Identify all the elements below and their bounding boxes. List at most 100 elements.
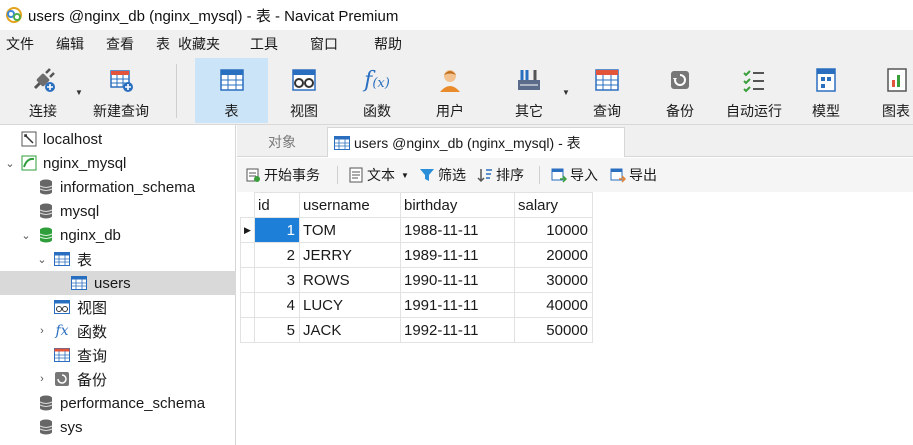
tab-objects[interactable]: 对象: [237, 127, 327, 157]
tree-item-nginx-mysql[interactable]: ⌄ nginx_mysql: [0, 151, 236, 175]
cell-id[interactable]: 5: [254, 317, 300, 343]
table-label: 表: [224, 103, 239, 119]
connection-tree: localhost ⌄ nginx_mysql information_sche…: [0, 125, 236, 445]
table-row[interactable]: 4 LUCY 1991-11-11 40000: [240, 292, 593, 318]
cell-salary[interactable]: 10000: [514, 217, 593, 243]
chevron-down-icon[interactable]: ⌄: [4, 157, 16, 170]
cell-salary[interactable]: 30000: [514, 267, 593, 293]
cell-birthday[interactable]: 1989-11-11: [400, 242, 515, 268]
tree-item-tables[interactable]: ⌄ 表: [0, 247, 236, 271]
cell-username[interactable]: JERRY: [299, 242, 401, 268]
tree-item-information-schema[interactable]: information_schema: [0, 175, 236, 199]
menu-window[interactable]: 窗口: [288, 30, 348, 58]
tree-item-sys[interactable]: sys: [0, 415, 236, 439]
tree-item-queries[interactable]: 查询: [0, 343, 236, 367]
connect-button[interactable]: 连接: [20, 58, 66, 123]
document-icon: [348, 167, 364, 183]
menu-tools[interactable]: 工具: [230, 30, 288, 58]
connect-dropdown-icon[interactable]: ▼: [75, 88, 83, 97]
cell-birthday[interactable]: 1992-11-11: [400, 317, 515, 343]
backup-button[interactable]: 备份: [648, 58, 712, 123]
cell-salary[interactable]: 40000: [514, 292, 593, 318]
export-button[interactable]: 导出: [610, 164, 657, 186]
tree-item-views[interactable]: 视图: [0, 295, 236, 319]
new-query-button[interactable]: 新建查询: [88, 58, 154, 123]
cell-salary[interactable]: 50000: [514, 317, 593, 343]
begin-transaction-button[interactable]: 开始事务: [245, 164, 320, 186]
tree-item-label: nginx_mysql: [43, 154, 127, 172]
chart-icon: [882, 65, 912, 95]
connect-label: 连接: [29, 103, 57, 119]
cell-id[interactable]: 3: [254, 267, 300, 293]
automation-button[interactable]: 自动运行: [718, 58, 790, 123]
chart-button[interactable]: 图表: [870, 58, 913, 123]
automation-label: 自动运行: [726, 103, 782, 119]
table-icon: [217, 65, 247, 95]
cell-username[interactable]: ROWS: [299, 267, 401, 293]
navicat-app-icon: [5, 6, 23, 24]
menu-file[interactable]: 文件: [0, 30, 44, 58]
text-label: 文本: [367, 167, 395, 183]
sort-button[interactable]: 排序: [477, 164, 524, 186]
menu-table[interactable]: 表: [144, 30, 172, 58]
tree-item-performance-schema[interactable]: performance_schema: [0, 391, 236, 415]
model-button[interactable]: 模型: [797, 58, 855, 123]
table-icon: [334, 135, 350, 150]
cell-username[interactable]: TOM: [299, 217, 401, 243]
tree-item-backups[interactable]: › 备份: [0, 367, 236, 391]
cell-username[interactable]: JACK: [299, 317, 401, 343]
chevron-down-icon[interactable]: ⌄: [36, 253, 48, 266]
grid-header-row: id username birthday salary: [240, 192, 593, 218]
menu-edit[interactable]: 编辑: [44, 30, 94, 58]
tree-item-label: 表: [77, 251, 93, 269]
text-button[interactable]: 文本 ▼: [348, 164, 409, 186]
cell-username[interactable]: LUCY: [299, 292, 401, 318]
title-bar: users @nginx_db (nginx_mysql) - 表 - Navi…: [0, 0, 913, 30]
menu-help[interactable]: 帮助: [348, 30, 412, 58]
cell-birthday[interactable]: 1991-11-11: [400, 292, 515, 318]
tab-users-table[interactable]: users @nginx_db (nginx_mysql) - 表: [327, 127, 625, 157]
table-row[interactable]: 5 JACK 1992-11-11 50000: [240, 317, 593, 343]
cell-id[interactable]: 2: [254, 242, 300, 268]
function-icon: f(x): [364, 67, 390, 93]
transaction-icon: [245, 167, 261, 183]
view-button[interactable]: 视图: [270, 58, 338, 123]
tree-item-nginx-db[interactable]: ⌄ nginx_db: [0, 223, 236, 247]
column-header-salary[interactable]: salary: [514, 192, 593, 218]
row-marker: [240, 317, 255, 343]
menu-favorites[interactable]: 收藏夹: [172, 30, 230, 58]
cell-id[interactable]: 1: [254, 217, 300, 243]
cell-salary[interactable]: 20000: [514, 242, 593, 268]
filter-button[interactable]: 筛选: [419, 164, 466, 186]
table-row[interactable]: 2 JERRY 1989-11-11 20000: [240, 242, 593, 268]
chevron-down-icon[interactable]: ⌄: [20, 229, 32, 242]
tree-item-label: 备份: [77, 371, 108, 389]
chevron-right-icon[interactable]: ›: [36, 373, 48, 385]
function-button[interactable]: f(x) 函数: [343, 58, 411, 123]
table-row[interactable]: 3 ROWS 1990-11-11 30000: [240, 267, 593, 293]
tree-item-mysql[interactable]: mysql: [0, 199, 236, 223]
table-row[interactable]: ▶ 1 TOM 1988-11-11 10000: [240, 217, 593, 243]
cell-id[interactable]: 4: [254, 292, 300, 318]
tree-item-localhost[interactable]: localhost: [0, 127, 236, 151]
tree-item-users[interactable]: users: [0, 271, 236, 295]
cell-birthday[interactable]: 1988-11-11: [400, 217, 515, 243]
import-button[interactable]: 导入: [551, 164, 598, 186]
chevron-right-icon[interactable]: ›: [36, 325, 48, 337]
other-label: 其它: [515, 103, 543, 119]
column-header-username[interactable]: username: [299, 192, 401, 218]
tools-icon: [514, 65, 544, 95]
query-button[interactable]: 查询: [575, 58, 639, 123]
tree-item-functions[interactable]: › fx 函数: [0, 319, 236, 343]
backup-label: 备份: [666, 103, 694, 119]
other-dropdown-icon[interactable]: ▼: [562, 88, 570, 97]
cell-birthday[interactable]: 1990-11-11: [400, 267, 515, 293]
menu-view[interactable]: 查看: [94, 30, 144, 58]
table-button[interactable]: 表: [195, 58, 268, 123]
column-header-id[interactable]: id: [254, 192, 300, 218]
other-button[interactable]: 其它: [495, 58, 563, 123]
user-button[interactable]: 用户: [416, 58, 484, 123]
connection-icon: [20, 130, 38, 148]
column-header-birthday[interactable]: birthday: [400, 192, 515, 218]
tree-item-label: sys: [60, 418, 83, 436]
